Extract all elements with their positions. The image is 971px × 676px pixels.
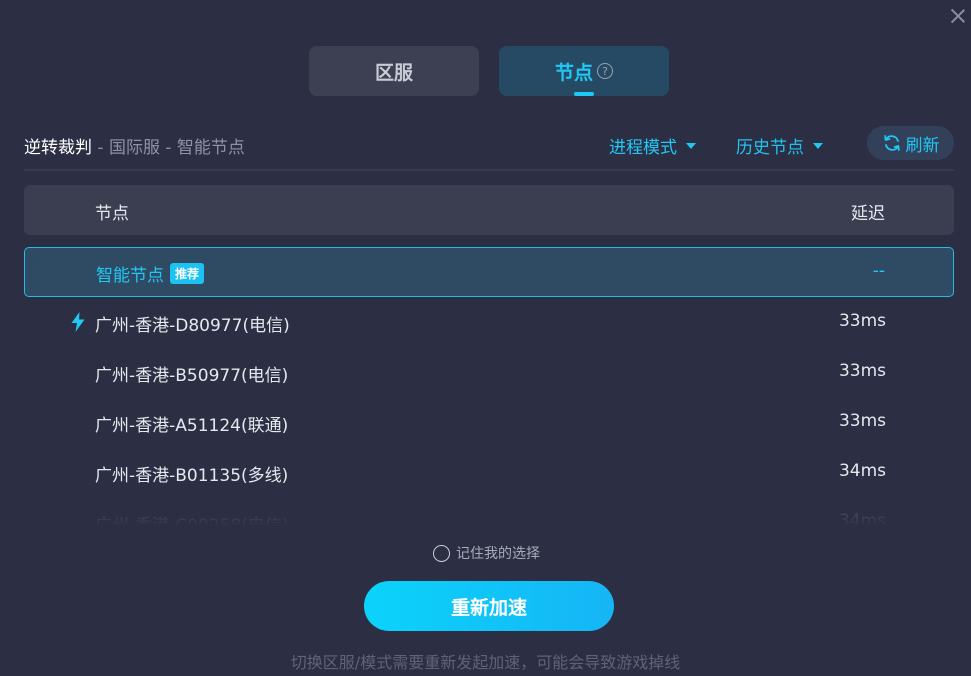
node-row-smart[interactable]: 智能节点 推荐 -- (24, 247, 954, 297)
table-header: 节点 延迟 (24, 185, 954, 235)
recommended-badge: 推荐 (170, 263, 205, 284)
refresh-icon (883, 135, 900, 151)
node-name-text: 智能节点 (96, 266, 164, 286)
close-icon[interactable] (948, 6, 968, 26)
history-dropdown[interactable]: 历史节点 (736, 133, 823, 158)
mode-dropdown[interactable]: 进程模式 (609, 133, 696, 158)
node-latency: -- (872, 261, 885, 281)
help-icon[interactable]: ? (597, 63, 613, 79)
caret-down-icon (813, 142, 823, 149)
node-list[interactable]: 智能节点 推荐 -- 广州-香港-D80977(电信) 33ms 广州-香港-B… (24, 247, 954, 525)
divider (24, 169, 954, 171)
node-name: 智能节点 推荐 (96, 261, 205, 286)
radio-icon (433, 544, 450, 562)
table-row[interactable]: 广州-香港-B50977(电信) 33ms (24, 348, 954, 398)
column-header-node: 节点 (95, 204, 129, 224)
node-latency: 33ms (838, 411, 886, 431)
table-row[interactable]: 广州-香港-D80977(电信) 33ms (24, 298, 954, 348)
node-latency: 34ms (838, 511, 886, 525)
re-accelerate-button[interactable]: 重新加速 (364, 581, 614, 631)
node-latency: 34ms (838, 461, 886, 481)
re-accelerate-label: 重新加速 (450, 596, 527, 619)
breadcrumb: 逆转裁判 - 国际服 - 智能节点 (24, 133, 245, 158)
mode-dropdown-label: 进程模式 (609, 138, 677, 158)
tab-node-label: 节点 (554, 61, 593, 84)
node-latency: 33ms (838, 361, 886, 381)
remember-choice-checkbox[interactable]: 记住我的选择 (433, 543, 540, 563)
breadcrumb-path: - 国际服 - 智能节点 (92, 138, 245, 158)
bolt-icon (71, 312, 85, 332)
column-header-latency: 延迟 (851, 204, 885, 224)
node-name: 广州-香港-C00258(电信) (95, 511, 288, 525)
table-row[interactable]: 广州-香港-B01135(多线) 34ms (24, 448, 954, 498)
footer-note: 切换区服/模式需要重新发起加速，可能会导致游戏掉线 (290, 653, 681, 672)
node-name: 广州-香港-B50977(电信) (95, 366, 289, 386)
caret-down-icon (686, 142, 696, 149)
node-name: 广州-香港-B01135(多线) (95, 466, 289, 486)
table-row[interactable]: 广州-香港-C00258(电信) 34ms (24, 498, 954, 525)
node-name: 广州-香港-D80977(电信) (95, 316, 290, 336)
tab-server-label: 区服 (374, 61, 413, 84)
refresh-button-label: 刷新 (905, 135, 940, 156)
tab-server[interactable]: 区服 (309, 46, 479, 96)
active-tab-indicator (574, 92, 594, 96)
tab-node[interactable]: 节点 ? (499, 46, 669, 96)
node-latency: 33ms (838, 311, 886, 331)
node-name: 广州-香港-A51124(联通) (95, 416, 289, 436)
history-dropdown-label: 历史节点 (736, 138, 804, 158)
table-row[interactable]: 广州-香港-A51124(联通) 33ms (24, 398, 954, 448)
refresh-button[interactable]: 刷新 (867, 126, 954, 160)
breadcrumb-game: 逆转裁判 (24, 138, 92, 158)
remember-choice-label: 记住我的选择 (456, 546, 540, 562)
